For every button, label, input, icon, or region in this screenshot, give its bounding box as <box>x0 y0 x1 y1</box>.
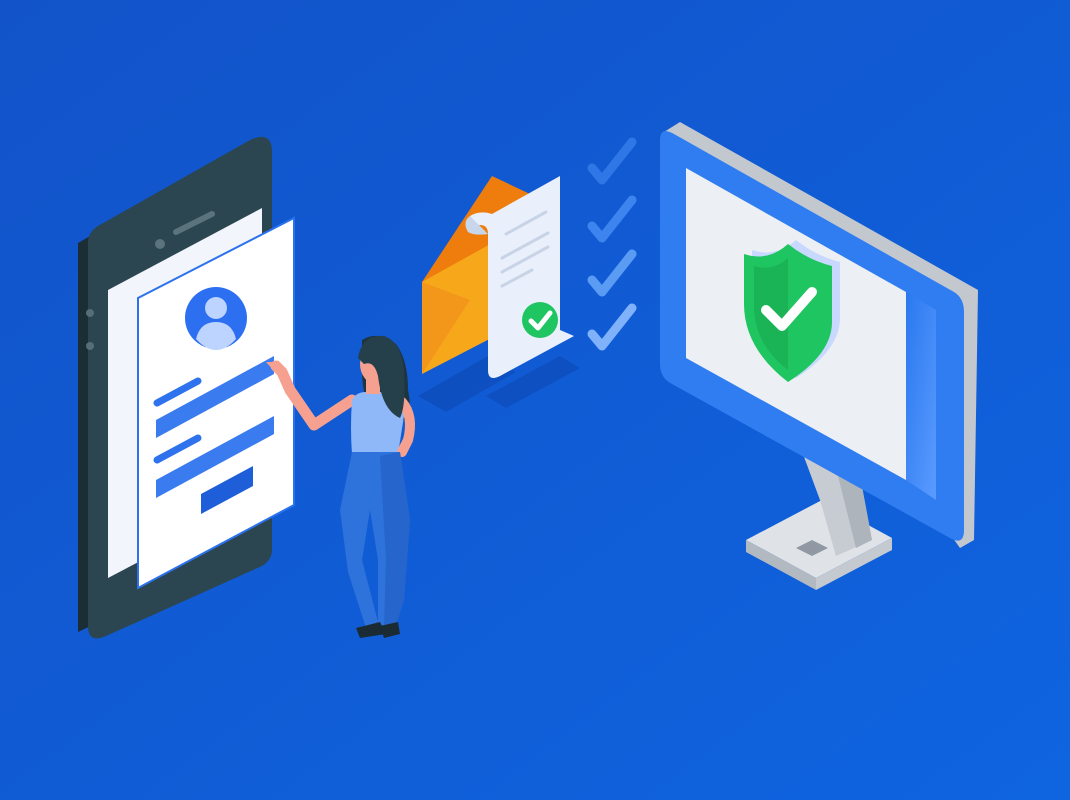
verification-illustration <box>0 0 1070 800</box>
check-circle-icon <box>522 302 558 338</box>
illustration-scene <box>0 0 1070 800</box>
